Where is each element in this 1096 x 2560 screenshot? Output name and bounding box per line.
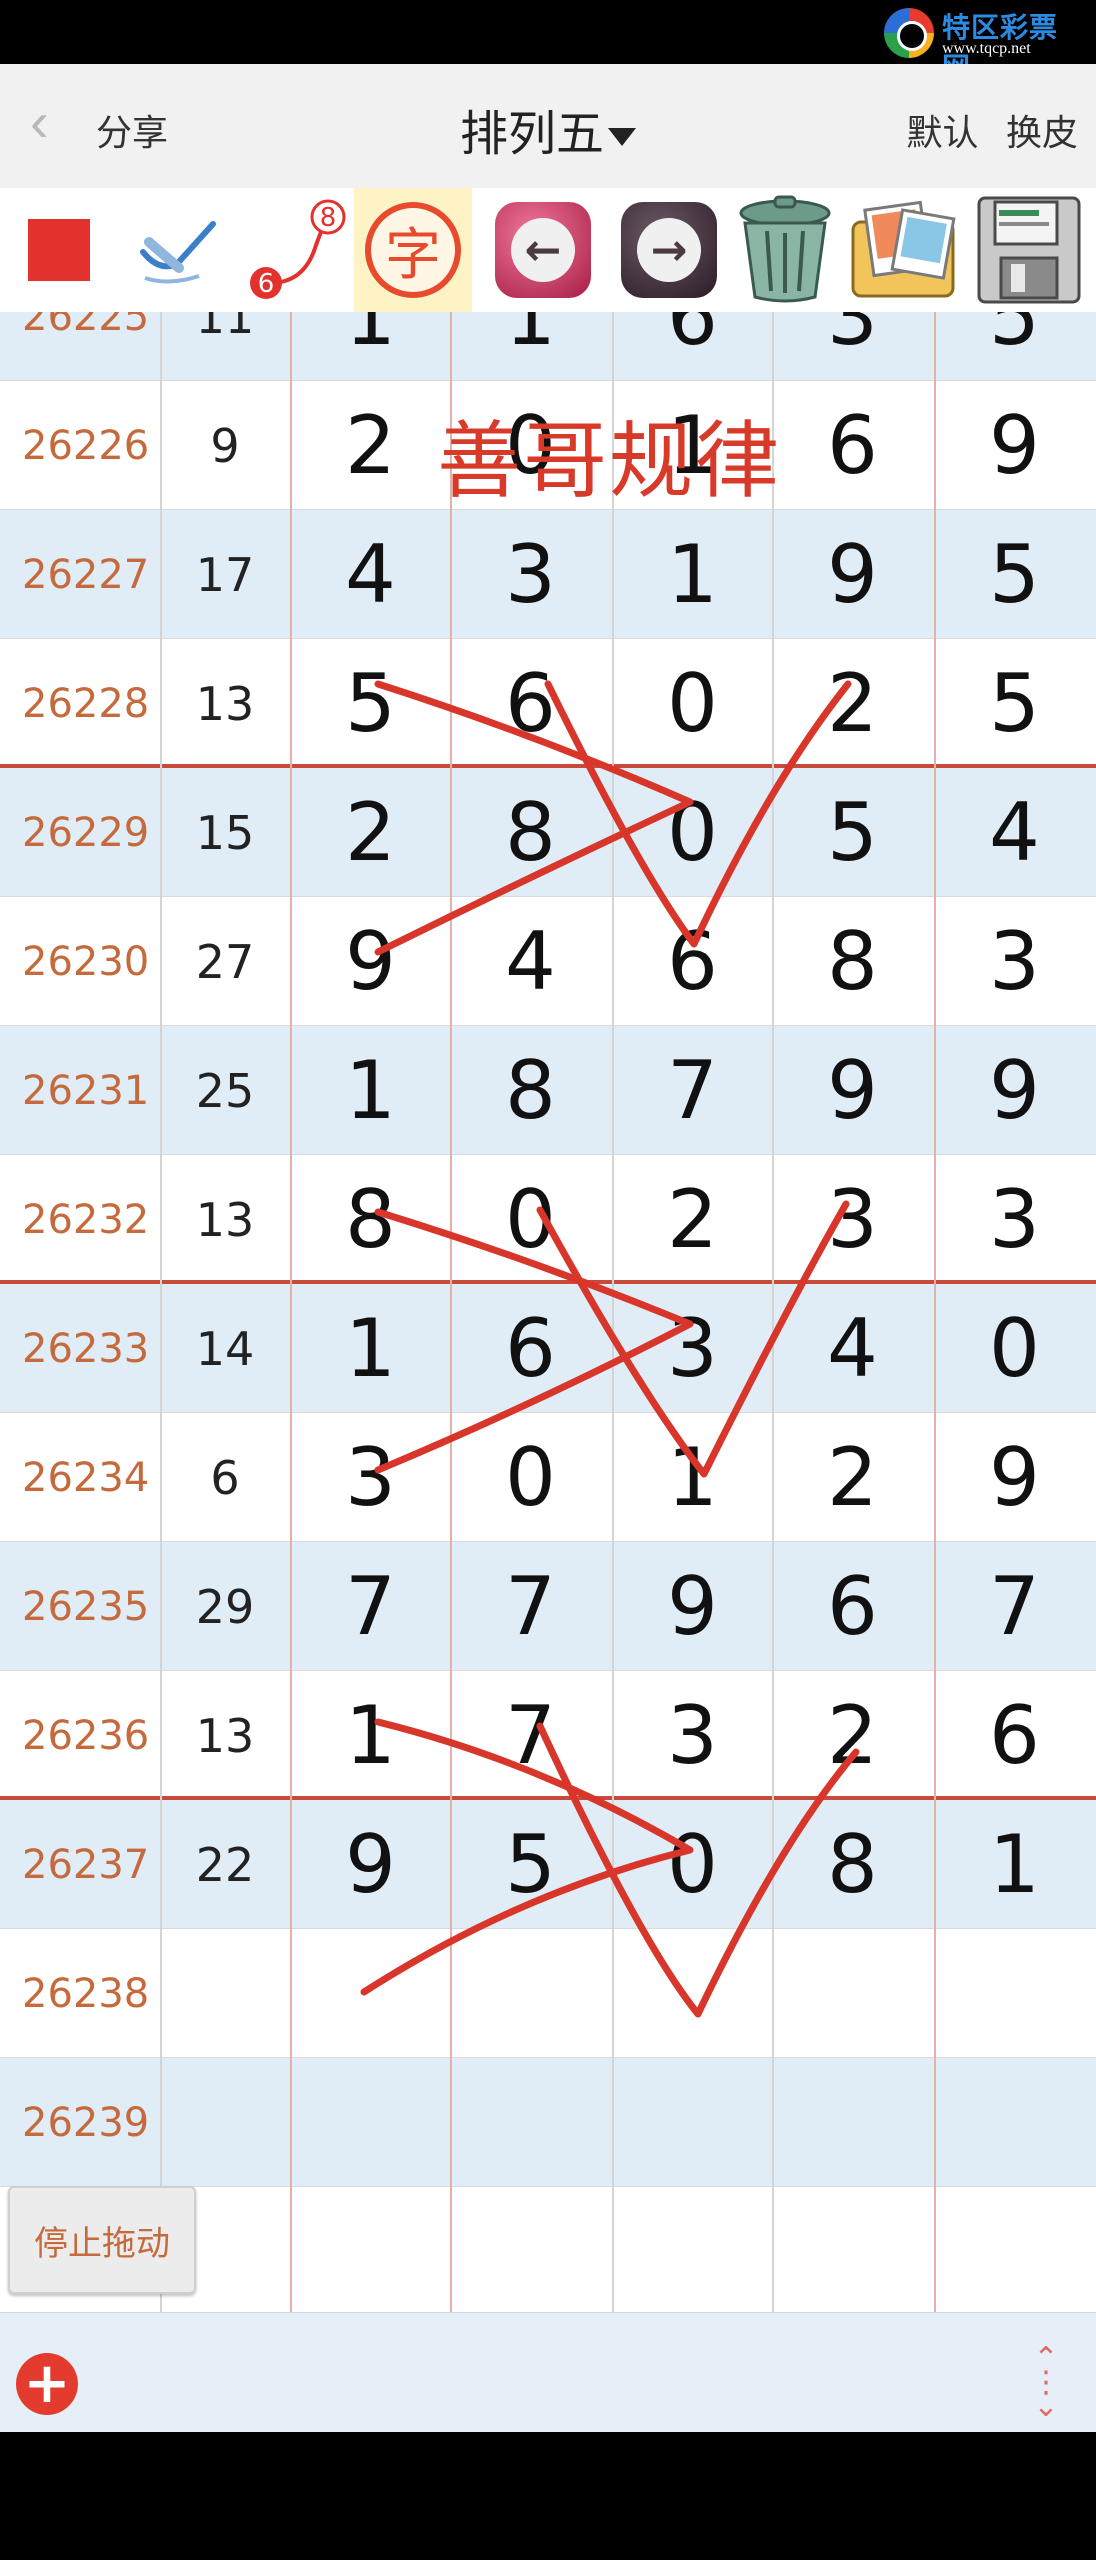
freehand-strokes (360, 680, 860, 2018)
pen-check-icon (140, 221, 216, 284)
logo-url: www.tqcp.net (942, 40, 1031, 57)
linked-numbers-icon: 8 6 (250, 199, 346, 299)
stop-drag-button[interactable]: 停止拖动 (8, 2186, 196, 2294)
dropdown-caret-icon (608, 128, 636, 146)
redo-button[interactable]: → (610, 188, 728, 312)
drawing-toolbar: 8 6 字 ← → (0, 188, 1096, 312)
scroll-toggle-icon[interactable]: ⌃ ⋮ ⌄ (1024, 2344, 1068, 2423)
default-button[interactable]: 默认 (907, 113, 979, 154)
save-button[interactable] (970, 188, 1088, 312)
app-header: ‹ 分享 排列五 默认 换皮 (0, 64, 1096, 188)
photo-album-icon (851, 200, 956, 298)
stroke-v-5 (360, 1718, 694, 1996)
lottery-type-label: 排列五 (459, 106, 604, 162)
stroke-v-2 (544, 680, 852, 948)
text-tool-button[interactable]: 字 (354, 188, 472, 312)
add-plus-icon[interactable]: + (16, 2353, 78, 2415)
status-bar: 特区彩票网 www.tqcp.net (0, 0, 1096, 84)
overlay-annotation-text: 善哥规律 (437, 412, 782, 510)
badge-bottom: 6 (258, 269, 275, 299)
redo-arrow-icon: → (621, 202, 717, 298)
site-logo: 特区彩票网 www.tqcp.net (884, 6, 1084, 84)
floppy-disk-icon (977, 196, 1081, 304)
pen-tool-button[interactable] (118, 188, 236, 312)
header-actions: 默认 换皮 (891, 104, 1078, 156)
system-nav-bar (0, 2432, 1096, 2560)
skin-button[interactable]: 换皮 (1006, 113, 1078, 154)
trash-icon (739, 195, 831, 303)
bottom-bar: + ⌃ ⋮ ⌄ (0, 2312, 1096, 2432)
undo-arrow-icon: ← (495, 202, 591, 298)
stroke-v-6 (536, 1722, 860, 2018)
text-tool-icon: 字 (365, 202, 461, 298)
stroke-v-3 (374, 1208, 694, 1474)
stroke-v-1 (374, 680, 694, 956)
badge-top: 8 (320, 203, 337, 233)
stroke-v-4 (536, 1200, 850, 1478)
results-grid[interactable]: 26225 11 1 1 6 3 5 26226 9 2 0 1 6 9 26227 17 4 3 1 9 5 26228… (0, 312, 1096, 2312)
color-picker-button[interactable] (0, 188, 118, 312)
red-color-swatch-icon (28, 219, 90, 281)
image-button[interactable] (844, 188, 962, 312)
number-link-button[interactable]: 8 6 (236, 188, 354, 312)
undo-button[interactable]: ← (484, 188, 602, 312)
clear-button[interactable] (726, 188, 844, 312)
logo-emblem-icon (884, 8, 934, 58)
